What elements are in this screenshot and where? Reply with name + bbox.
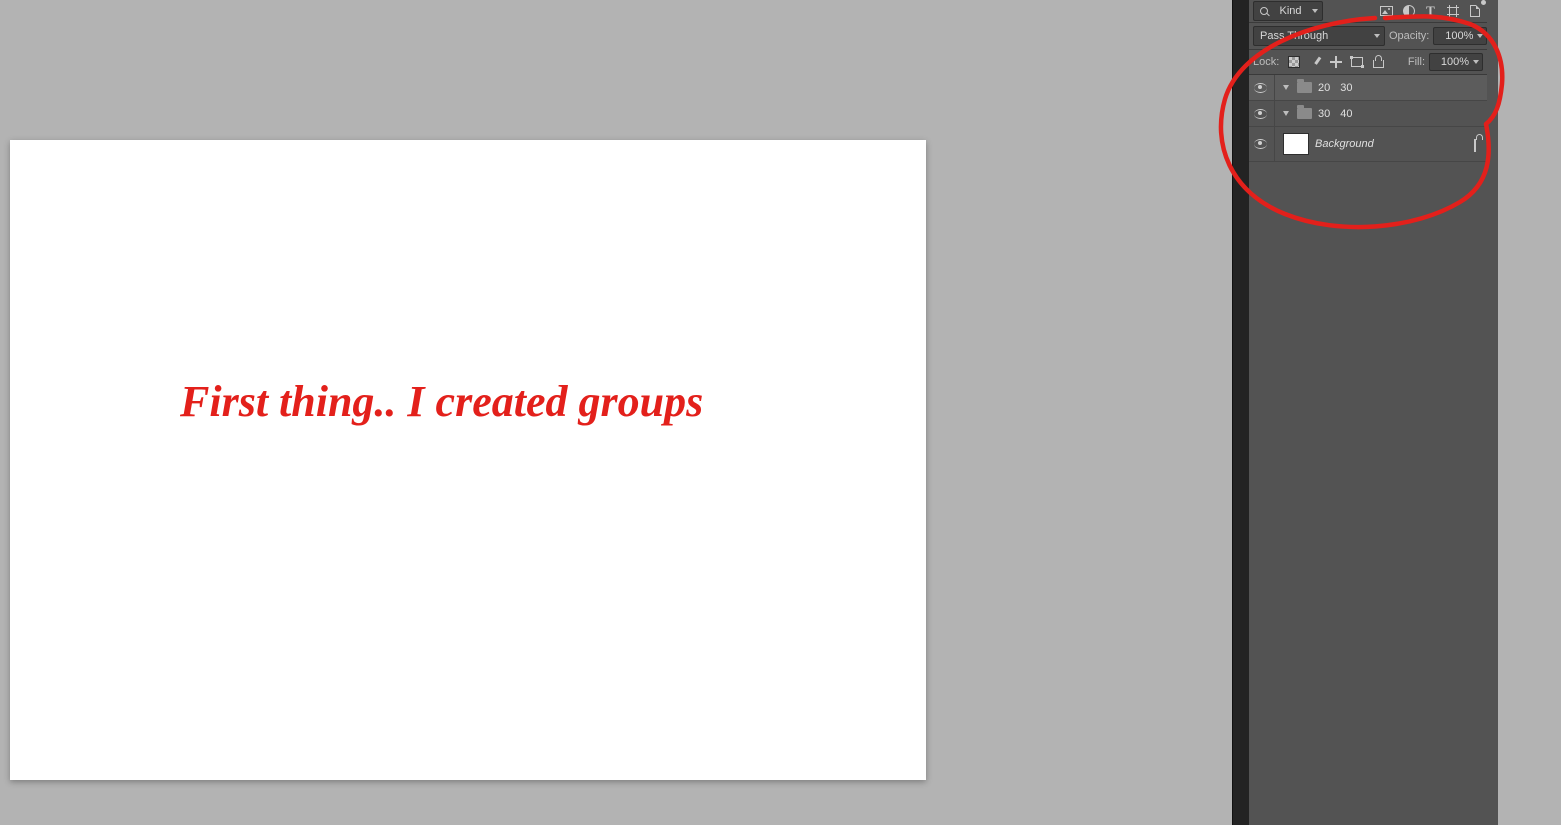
filter-adjustment-icon[interactable] bbox=[1402, 5, 1415, 18]
blend-mode-value: Pass Through bbox=[1260, 30, 1328, 42]
search-icon bbox=[1260, 7, 1269, 16]
blend-opacity-row: Pass Through Opacity: 100% bbox=[1249, 23, 1487, 50]
chevron-down-icon bbox=[1312, 9, 1318, 13]
layer-row-background[interactable]: Background bbox=[1249, 127, 1487, 162]
chevron-down-icon bbox=[1473, 60, 1479, 64]
opacity-input[interactable]: 100% bbox=[1433, 27, 1487, 45]
filter-type-icon[interactable]: T bbox=[1424, 5, 1437, 18]
filter-shape-icon[interactable] bbox=[1446, 5, 1459, 18]
eye-icon bbox=[1254, 109, 1267, 119]
layer-row-group[interactable]: 30 40 bbox=[1249, 101, 1487, 127]
canvas-text: First thing.. I created groups bbox=[180, 376, 703, 427]
layer-name[interactable]: 30 40 bbox=[1318, 108, 1353, 120]
folder-icon bbox=[1297, 82, 1312, 93]
visibility-toggle[interactable] bbox=[1253, 106, 1268, 121]
layer-row-group[interactable]: 20 30 bbox=[1249, 75, 1487, 101]
fill-label: Fill: bbox=[1408, 56, 1425, 68]
disclosure-toggle[interactable] bbox=[1283, 111, 1289, 116]
eye-icon bbox=[1254, 83, 1267, 93]
panel-scroll-edge bbox=[1487, 0, 1498, 825]
chevron-down-icon bbox=[1477, 34, 1483, 38]
layer-name[interactable]: Background bbox=[1315, 138, 1374, 150]
lock-position-button[interactable] bbox=[1329, 55, 1343, 69]
visibility-toggle[interactable] bbox=[1253, 137, 1268, 152]
filter-smartobject-icon[interactable] bbox=[1468, 5, 1481, 18]
lock-transparency-button[interactable] bbox=[1287, 55, 1301, 69]
filter-pixel-icon[interactable] bbox=[1380, 5, 1393, 18]
filter-type-select[interactable]: Kind bbox=[1253, 1, 1323, 21]
lock-all-button[interactable] bbox=[1371, 55, 1385, 69]
layers-panel: Kind T Pass Through Opacity: 100% bbox=[1249, 0, 1498, 825]
opacity-value: 100% bbox=[1445, 30, 1473, 42]
lock-pixels-button[interactable] bbox=[1308, 55, 1322, 69]
visibility-toggle[interactable] bbox=[1253, 80, 1268, 95]
lock-artboard-button[interactable] bbox=[1350, 55, 1364, 69]
blend-mode-select[interactable]: Pass Through bbox=[1253, 26, 1385, 46]
disclosure-toggle[interactable] bbox=[1283, 85, 1289, 90]
chevron-down-icon bbox=[1374, 34, 1380, 38]
row-divider bbox=[1274, 101, 1275, 126]
filter-type-label: Kind bbox=[1279, 5, 1301, 17]
canvas-workspace: First thing.. I created groups bbox=[0, 0, 1232, 825]
lock-label: Lock: bbox=[1253, 56, 1279, 68]
opacity-label: Opacity: bbox=[1389, 30, 1429, 42]
fill-value: 100% bbox=[1441, 56, 1469, 68]
eye-icon bbox=[1254, 139, 1267, 149]
row-divider bbox=[1274, 127, 1275, 161]
lock-fill-row: Lock: Fill: 100% bbox=[1249, 50, 1487, 75]
lock-icon bbox=[1474, 139, 1483, 149]
layer-name[interactable]: 20 30 bbox=[1318, 82, 1353, 94]
layer-thumbnail[interactable] bbox=[1283, 133, 1309, 155]
fill-input[interactable]: 100% bbox=[1429, 53, 1483, 71]
row-divider bbox=[1274, 75, 1275, 100]
folder-icon bbox=[1297, 108, 1312, 119]
layer-filter-row: Kind T bbox=[1249, 0, 1487, 23]
document-canvas[interactable]: First thing.. I created groups bbox=[10, 140, 926, 780]
